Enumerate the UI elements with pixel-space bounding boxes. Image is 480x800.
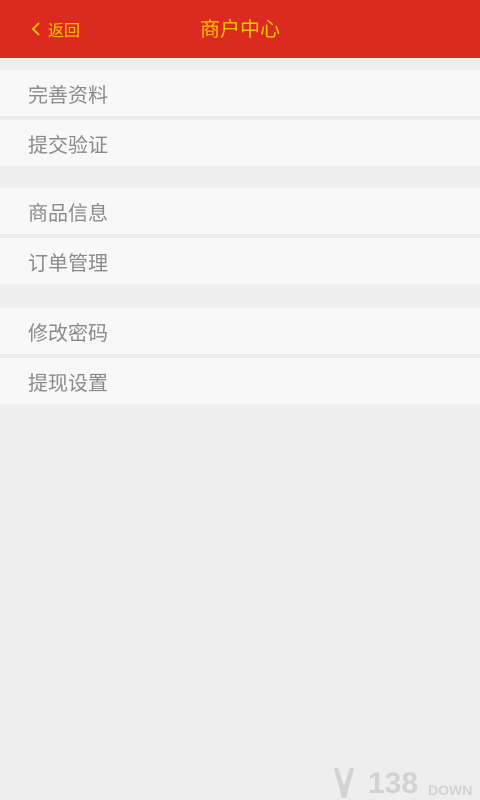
back-button[interactable]: 返回 [28,0,80,58]
menu-item-label: 提现设置 [28,370,108,395]
menu-group-business: 商品信息 订单管理 [0,188,480,284]
menu-item-label: 订单管理 [28,250,108,275]
menu-item-order-management[interactable]: 订单管理 [0,238,480,284]
menu-item-label: 修改密码 [28,320,108,345]
watermark-suffix: DOWN [428,782,472,798]
menu-item-submit-verification[interactable]: 提交验证 [0,120,480,166]
chevron-left-icon [31,22,40,36]
menu-item-label: 商品信息 [28,200,108,225]
menu-item-withdraw-settings[interactable]: 提现设置 [0,358,480,404]
menu-item-change-password[interactable]: 修改密码 [0,308,480,354]
menu-group-profile: 完善资料 提交验证 [0,70,480,166]
back-label: 返回 [48,21,81,40]
menu-item-label: 提交验证 [28,132,108,157]
watermark-logo: 138 DOWN [334,767,472,800]
menu-item-product-info[interactable]: 商品信息 [0,188,480,234]
watermark-number: 138 [368,767,418,800]
menu-item-label: 完善资料 [28,82,108,107]
app-header: 返回 商户中心 [0,0,480,58]
menu-item-complete-profile[interactable]: 完善资料 [0,70,480,116]
watermark-emblem [334,768,354,798]
menu-group-account: 修改密码 提现设置 [0,308,480,404]
